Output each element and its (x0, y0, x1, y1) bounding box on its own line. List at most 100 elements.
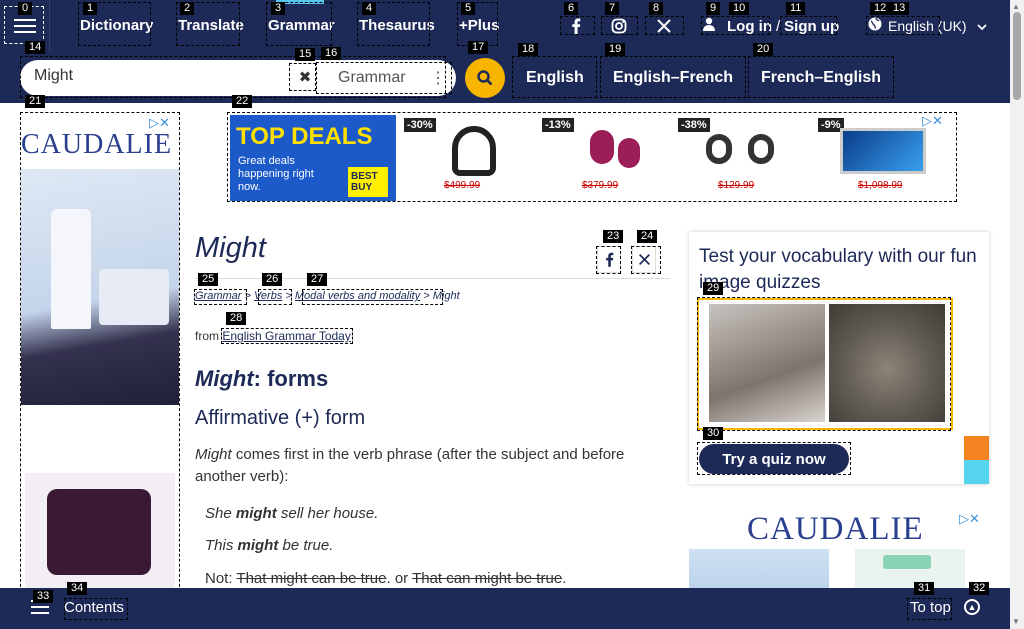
para-text: comes first in the verb phrase (after th… (195, 446, 625, 485)
section-heading: Might: forms (195, 366, 328, 392)
scrollbar-thumb[interactable] (1013, 12, 1021, 100)
search-icon (477, 70, 493, 86)
adchoices-icon[interactable]: ▷✕ (959, 511, 980, 527)
headphones-icon (452, 126, 496, 176)
overlay-box (302, 289, 443, 305)
overlay-label: 34 (67, 582, 88, 595)
overlay-label: 3 (271, 2, 286, 15)
color-tab-cyan[interactable] (964, 460, 989, 484)
overlay-box (194, 289, 247, 305)
top-deals-title: TOP DEALS (236, 123, 373, 150)
overlay-box (596, 246, 621, 274)
overlay-label: 4 (362, 2, 377, 15)
overlay-box (645, 16, 684, 35)
overlay-label: 28 (226, 312, 247, 325)
overlay-label: 16 (321, 47, 342, 60)
example-keyword: might (237, 537, 279, 554)
left-ad[interactable]: ▷✕ CAUDALIE (20, 112, 180, 622)
product-price: $129.99 (718, 180, 755, 191)
adchoices-icon[interactable]: ▷✕ (922, 113, 943, 129)
overlay-box (258, 289, 292, 305)
subsection-heading: Affirmative (+) form (195, 407, 366, 429)
scroll-up-icon[interactable]: ▲ (1012, 2, 1020, 11)
overlay-label: 8 (649, 2, 664, 15)
bottom-bar: Contents To top ▲ (0, 588, 1010, 629)
color-tab-orange[interactable] (964, 436, 989, 460)
overlay-box (866, 16, 940, 35)
overlay-box (64, 598, 128, 620)
ad-product-image-2 (25, 473, 175, 589)
overlay-label: 32 (969, 582, 990, 595)
product-open-earbuds[interactable]: -38% $129.99 (678, 118, 798, 198)
heading-word: Might (195, 366, 254, 391)
earbud-icon (748, 134, 774, 164)
chevron-down-icon (976, 18, 987, 34)
overlay-label: 26 (262, 273, 283, 286)
overlay-box (697, 297, 951, 431)
purple-jar (47, 489, 151, 575)
product-laptop[interactable]: -9% $1,098.99 (818, 118, 938, 198)
heading-rest: : forms (253, 366, 329, 391)
top-deals-subtitle: Great deals happening right now. (238, 155, 314, 193)
overlay-label: 6 (564, 2, 579, 15)
overlay-label: 23 (603, 230, 624, 243)
para-word: Might (195, 446, 232, 463)
example-text: be true. (278, 537, 334, 554)
product-headphones[interactable]: -30% $499.99 (404, 118, 524, 198)
overlay-label: 29 (703, 282, 724, 295)
incorrect-example: That might can be true (236, 570, 387, 587)
overlay-label: 20 (753, 43, 774, 56)
overlay-box (701, 16, 770, 35)
incorrect-examples: Not: That might can be true. or That can… (205, 570, 566, 587)
overlay-label: 1 (83, 2, 98, 15)
overlay-box (221, 328, 353, 344)
overlay-label: 22 (232, 95, 253, 108)
cream-jar (99, 269, 169, 325)
ad-brand: CAUDALIE (747, 511, 924, 547)
search-button[interactable] (465, 58, 505, 98)
overlay-label: 33 (33, 590, 54, 603)
overlay-box (907, 598, 952, 620)
overlay-label: 14 (25, 41, 46, 54)
or-label: . or (386, 570, 413, 587)
example-keyword: might (235, 505, 277, 522)
overlay-label: 31 (914, 582, 935, 595)
overlay-label: 7 (605, 2, 620, 15)
product-cap (883, 555, 931, 569)
product-price: $379.99 (582, 180, 619, 191)
incorrect-example: That can might be true (412, 570, 563, 587)
product-earbuds[interactable]: -13% $379.99 (542, 118, 662, 198)
from-label: from (195, 329, 219, 343)
example-text: sell her house. (276, 505, 379, 522)
overlay-box (697, 442, 851, 475)
overlay-label: 12 (870, 2, 891, 15)
overlay-label: 17 (468, 41, 489, 54)
overlay-box (316, 62, 452, 94)
overlay-label: 2 (180, 2, 195, 15)
ad-product-image (21, 169, 179, 405)
overlay-label: 30 (703, 427, 724, 440)
overlay-box (600, 56, 746, 98)
serum-bottle (51, 209, 91, 329)
overlay-box (748, 56, 894, 98)
overlay-label: 15 (295, 48, 316, 61)
period: . (562, 570, 567, 587)
overlay-label: 21 (25, 95, 46, 108)
overlay-box (780, 16, 837, 35)
product-discount: -30% (404, 118, 436, 132)
top-banner-ad[interactable]: TOP DEALS Great deals happening right no… (227, 112, 957, 202)
not-label: Not: (205, 570, 237, 587)
scroll-down-icon[interactable]: ▼ (1012, 617, 1020, 626)
best-buy-logo: BEST BUY (348, 167, 388, 197)
overlay-label: 10 (729, 2, 750, 15)
earbud-icon (590, 130, 614, 164)
product-price: $1,098.99 (858, 180, 903, 191)
overlay-label: 0 (18, 2, 33, 15)
laptop-icon (840, 128, 926, 174)
earbud-icon (706, 134, 732, 164)
overlay-box (601, 16, 638, 35)
example-2: This might be true. (205, 537, 333, 554)
top-deals-panel: TOP DEALS Great deals happening right no… (230, 115, 396, 201)
product-discount: -13% (542, 118, 574, 132)
arrow-up-circle-icon[interactable]: ▲ (964, 599, 980, 615)
